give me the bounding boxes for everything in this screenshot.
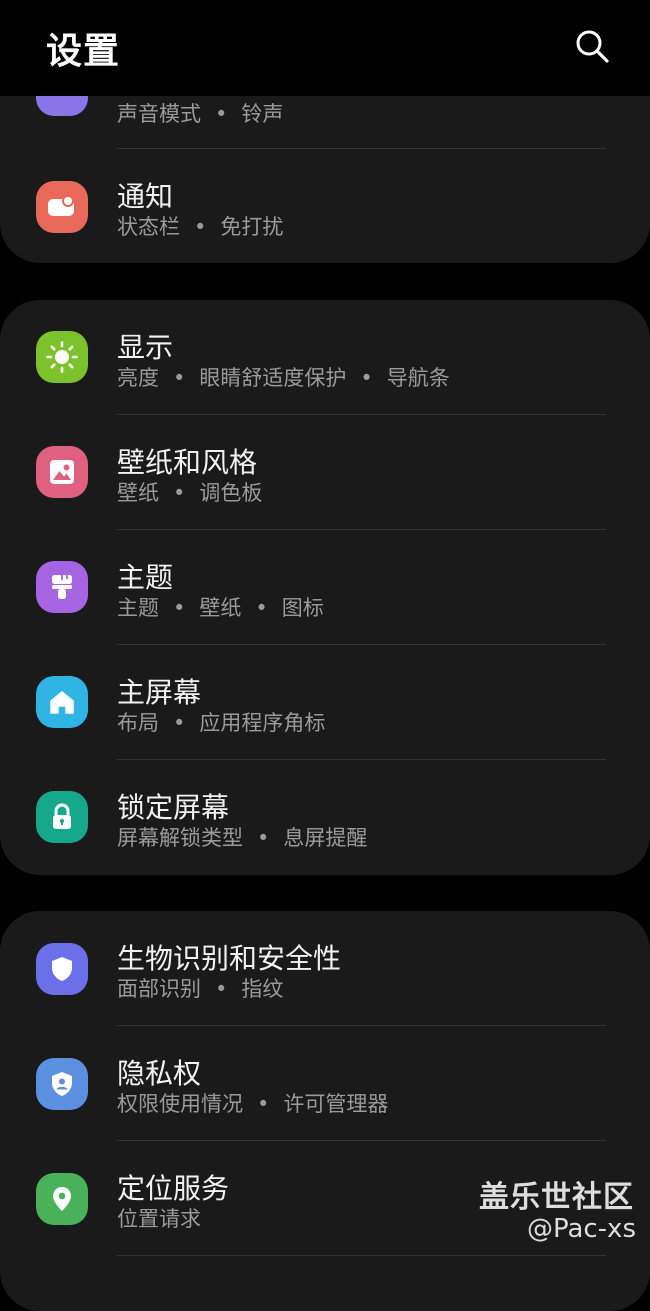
item-summary: 面部识别 • 指纹 — [117, 977, 284, 1001]
location-pin-icon — [36, 1173, 88, 1225]
notification-icon — [36, 181, 88, 233]
settings-item-notifications[interactable]: 通知 状态栏 • 免打扰 — [0, 149, 650, 263]
app-header: 设置 — [0, 0, 650, 96]
divider — [117, 1255, 606, 1256]
search-button[interactable] — [574, 28, 610, 64]
item-label: 隐私权 — [117, 1057, 202, 1090]
image-icon — [36, 446, 88, 498]
settings-item-lock-screen[interactable]: 锁定屏幕 屏幕解锁类型 • 息屏提醒 — [0, 760, 650, 875]
item-label: 壁纸和风格 — [117, 446, 258, 479]
settings-item-wallpaper-style[interactable]: 壁纸和风格 壁纸 • 调色板 — [0, 415, 650, 530]
item-label: 主题 — [117, 561, 174, 594]
sub-text: 状态栏 — [117, 215, 180, 239]
item-label: 锁定屏幕 — [117, 791, 230, 824]
page-title: 设置 — [46, 31, 121, 72]
item-label: 通知 — [117, 180, 174, 213]
item-label: 显示 — [117, 331, 174, 364]
sub-text: 壁纸 — [117, 481, 159, 505]
item-summary: 位置请求 — [117, 1203, 201, 1233]
sub-text: 导航条 — [386, 366, 450, 390]
sub-text: 图标 — [281, 596, 324, 620]
sub-text: 铃声 — [241, 102, 284, 126]
settings-item-display[interactable]: 显示 亮度 • 眼睛舒适度保护 • 导航条 — [0, 300, 650, 415]
search-icon — [576, 30, 609, 63]
settings-group-security: 生物识别和安全性 面部识别 • 指纹 隐私权 权限使用情况 • 许可管理器 定位服务 — [0, 911, 650, 1311]
item-summary: 屏幕解锁类型 • 息屏提醒 — [117, 826, 368, 850]
item-label: 定位服务 — [117, 1172, 230, 1205]
item-summary: 权限使用情况 • 许可管理器 — [117, 1092, 389, 1116]
sub-text: 免打扰 — [220, 215, 284, 239]
settings-item-privacy[interactable]: 隐私权 权限使用情况 • 许可管理器 — [0, 1026, 650, 1141]
settings-item-home-screen[interactable]: 主屏幕 布局 • 应用程序角标 — [0, 645, 650, 760]
sub-text: 屏幕解锁类型 — [117, 826, 243, 850]
sub-text: 眼睛舒适度保护 — [199, 366, 347, 390]
sun-icon — [36, 331, 88, 383]
sound-mode-summary: 声音模式 • 铃声 — [117, 102, 284, 126]
sub-text: 息屏提醒 — [283, 826, 368, 850]
sub-text: 权限使用情况 — [117, 1092, 243, 1116]
item-summary: 状态栏 • 免打扰 — [117, 215, 284, 239]
sub-text: 位置请求 — [117, 1207, 201, 1231]
item-summary: 壁纸 • 调色板 — [117, 481, 263, 505]
watermark-community: 盖乐世社区 — [479, 1180, 634, 1215]
item-summary: 亮度 • 眼睛舒适度保护 • 导航条 — [117, 366, 450, 390]
item-label: 主屏幕 — [117, 676, 202, 709]
shield-icon — [36, 943, 88, 995]
home-icon — [36, 676, 88, 728]
sub-text: 布局 — [117, 711, 159, 735]
settings-group-display: 显示 亮度 • 眼睛舒适度保护 • 导航条 壁纸和风格 壁纸 • 调色板 主题 … — [0, 300, 650, 875]
sub-text: 指纹 — [241, 977, 284, 1001]
item-summary: 布局 • 应用程序角标 — [117, 711, 326, 735]
sub-text: 应用程序角标 — [199, 711, 326, 735]
sub-text: 面部识别 — [117, 977, 201, 1001]
item-label: 生物识别和安全性 — [117, 942, 342, 975]
sub-text: 主题 — [117, 596, 159, 620]
item-summary: 主题 • 壁纸 • 图标 — [117, 596, 324, 620]
sub-text: 调色板 — [199, 481, 263, 505]
settings-item-biometrics-security[interactable]: 生物识别和安全性 面部识别 • 指纹 — [0, 911, 650, 1026]
settings-item-themes[interactable]: 主题 主题 • 壁纸 • 图标 — [0, 530, 650, 645]
sub-text: 亮度 — [117, 366, 159, 390]
watermark-author: @Pac-xs — [526, 1214, 636, 1244]
privacy-shield-icon — [36, 1058, 88, 1110]
paintbrush-icon — [36, 561, 88, 613]
sub-text: 壁纸 — [199, 596, 242, 620]
sub-text: 声音模式 — [117, 102, 201, 126]
lock-icon — [36, 791, 88, 843]
sub-text: 许可管理器 — [283, 1092, 389, 1116]
